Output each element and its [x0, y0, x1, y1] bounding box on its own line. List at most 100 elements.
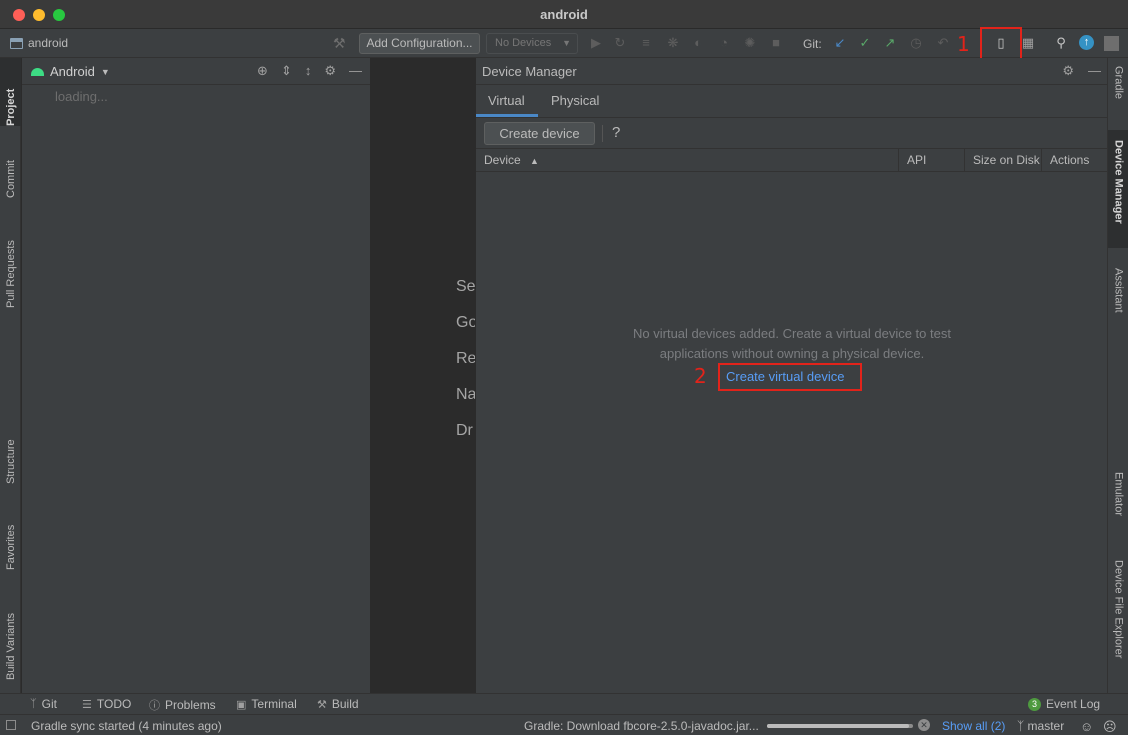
project-name: android	[28, 36, 69, 50]
editor-tip: Dr	[456, 422, 473, 439]
tab-pull-requests[interactable]: Pull Requests	[0, 218, 21, 308]
apply-code-changes-icon[interactable]: ≡	[638, 35, 654, 51]
empty-state-message: No virtual devices added. Create a virtu…	[476, 324, 1108, 364]
tab-device-manager[interactable]: Device Manager	[1108, 130, 1128, 248]
stop-icon[interactable]: ■	[768, 35, 784, 51]
tab-gradle-label: Gradle	[1112, 66, 1125, 100]
create-virtual-device-highlight	[718, 363, 862, 391]
sad-feedback-icon[interactable]: ☹	[1103, 719, 1117, 735]
tab-structure[interactable]: Structure	[0, 414, 21, 484]
locate-icon[interactable]: ⊕	[257, 63, 268, 79]
tab-build-variants-label: Build Variants	[4, 612, 17, 680]
git-rollback-icon[interactable]: ↶	[935, 35, 951, 51]
git-update-icon[interactable]: ↙	[832, 35, 848, 51]
tab-project[interactable]: Project	[0, 58, 21, 126]
tab-assistant-label: Assistant	[1112, 268, 1125, 313]
add-configuration-button[interactable]: Add Configuration...	[359, 33, 480, 54]
git-push-icon[interactable]: ↗	[882, 35, 898, 51]
column-size-on-disk[interactable]: Size on Disk	[965, 149, 1042, 172]
build-hammer-icon: ⚒	[317, 698, 327, 711]
help-button[interactable]: ?	[612, 124, 620, 141]
project-view-label: Android	[50, 64, 95, 79]
attach-debugger-icon[interactable]: ✺	[742, 35, 758, 51]
git-branch-icon: ᛉ	[30, 698, 37, 710]
background-task-text[interactable]: Gradle: Download fbcore-2.5.0-javadoc.ja…	[524, 719, 759, 733]
git-branch-icon: ᛉ	[1017, 719, 1025, 733]
tab-commit[interactable]: Commit	[0, 136, 21, 198]
git-history-icon[interactable]: ◷	[908, 35, 924, 51]
git-branch-widget[interactable]: ᛉ master	[1017, 719, 1064, 733]
collapse-all-icon[interactable]: ↕	[305, 63, 312, 79]
sdk-manager-icon[interactable]: ▦	[1020, 35, 1036, 51]
device-manager-tabs: Virtual Physical	[476, 85, 1107, 118]
hide-icon[interactable]: —	[349, 63, 362, 79]
toggle-tool-windows-icon[interactable]	[6, 720, 16, 730]
project-panel: Android ▼ ⊕ ⇕ ↕ ⚙ — loading...	[22, 58, 370, 693]
run-icon[interactable]: ▶	[588, 35, 604, 51]
profile-icon[interactable]: ◐	[690, 35, 706, 51]
column-actions[interactable]: Actions	[1042, 149, 1108, 172]
updates-icon[interactable]: ↑	[1079, 35, 1094, 50]
build-hammer-icon[interactable]: ⚒	[333, 35, 346, 52]
loading-text: loading...	[55, 89, 108, 104]
tab-gradle[interactable]: Gradle	[1108, 66, 1128, 124]
cancel-task-icon[interactable]: ✕	[918, 719, 930, 731]
debug-icon[interactable]: ❋	[665, 35, 681, 51]
apply-changes-icon[interactable]: ↻	[612, 35, 628, 51]
editor-area: Se Go Re Na Dr	[371, 58, 477, 693]
sort-ascending-icon: ▲	[530, 156, 539, 166]
editor-tip: Se	[456, 278, 476, 295]
gear-icon[interactable]: ⚙	[324, 63, 336, 79]
project-breadcrumb[interactable]: android	[10, 36, 68, 50]
tab-structure-label: Structure	[4, 439, 17, 484]
tool-problems[interactable]: ⓘ Problems	[149, 697, 216, 713]
chevron-down-icon: ▼	[562, 38, 571, 48]
status-message[interactable]: Gradle sync started (4 minutes ago)	[31, 719, 222, 733]
device-manager-actions: Create device ?	[476, 118, 1107, 148]
tab-physical[interactable]: Physical	[551, 93, 599, 108]
tab-pull-requests-label: Pull Requests	[4, 240, 17, 308]
left-tool-strip: Project Commit Pull Requests Structure F…	[0, 58, 21, 693]
list-icon: ☰	[82, 698, 92, 711]
editor-tip: Re	[456, 350, 477, 367]
terminal-icon: ▣	[236, 698, 247, 711]
expand-all-icon[interactable]: ⇕	[281, 63, 292, 79]
column-device[interactable]: Device ▲	[476, 149, 899, 172]
device-selector-value: No Devices	[495, 37, 552, 49]
tab-assistant[interactable]: Assistant	[1108, 268, 1128, 338]
presentation-mode-icon[interactable]	[1104, 36, 1119, 51]
create-device-button[interactable]: Create device	[484, 122, 595, 145]
column-api[interactable]: API	[899, 149, 965, 172]
hide-icon[interactable]: —	[1088, 63, 1101, 79]
tool-terminal[interactable]: ▣ Terminal	[236, 697, 297, 711]
tool-git[interactable]: ᛉ Git	[30, 697, 57, 711]
git-commit-icon[interactable]: ✓	[857, 35, 873, 51]
show-all-tasks-link[interactable]: Show all (2)	[942, 719, 1005, 733]
tab-emulator[interactable]: Emulator	[1108, 472, 1128, 542]
selected-tab-indicator	[476, 114, 538, 117]
tool-problems-label: Problems	[165, 698, 216, 712]
android-icon	[31, 67, 44, 76]
tab-favorites[interactable]: Favorites	[0, 502, 21, 570]
device-selector[interactable]: No Devices ▼	[486, 33, 578, 54]
coverage-icon[interactable]: ◔	[716, 35, 732, 51]
tool-event-log[interactable]: 3 Event Log	[1028, 697, 1100, 711]
tab-build-variants[interactable]: Build Variants	[0, 588, 21, 680]
toolbar: android ⚒ Add Configuration... No Device…	[0, 27, 1128, 62]
tool-build[interactable]: ⚒ Build	[317, 697, 359, 711]
editor-tip: Na	[456, 386, 477, 403]
device-manager-highlight	[980, 27, 1022, 62]
divider	[602, 125, 603, 142]
gear-icon[interactable]: ⚙	[1062, 63, 1074, 79]
search-icon[interactable]: ⚲	[1053, 35, 1069, 51]
device-manager-tools: ⚙ —	[1062, 63, 1101, 79]
right-tool-strip: Gradle Device Manager Assistant Emulator…	[1107, 58, 1128, 693]
tab-virtual[interactable]: Virtual	[488, 93, 525, 108]
happy-feedback-icon[interactable]: ☺	[1080, 719, 1093, 734]
annotation-number-2: 2	[694, 364, 707, 388]
column-device-label: Device	[484, 153, 521, 167]
tool-todo[interactable]: ☰ TODO	[82, 697, 131, 711]
tab-device-file-explorer[interactable]: Device File Explorer	[1108, 560, 1128, 682]
project-panel-tools: ⊕ ⇕ ↕ ⚙ —	[257, 63, 362, 79]
project-view-dropdown[interactable]: Android ▼	[31, 64, 110, 79]
